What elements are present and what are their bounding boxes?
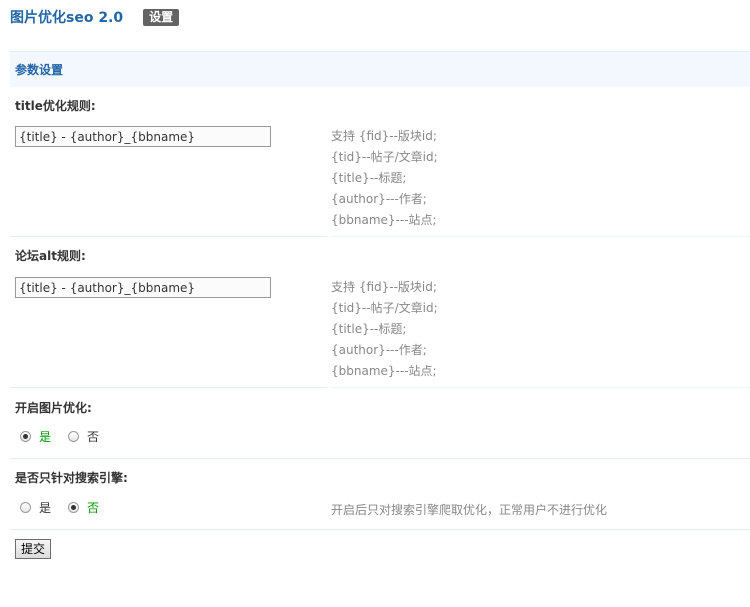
search-only-yes-label[interactable]: 是: [39, 499, 51, 516]
hint-line: {bbname}---站点;: [331, 213, 437, 227]
row-divider: [10, 458, 750, 459]
alt-rule-input[interactable]: [15, 277, 271, 298]
row-divider: [10, 236, 327, 237]
hint-line: 支持 {fid}--版块id;: [331, 129, 437, 143]
enable-optimize-label: 开启图片优化:: [15, 401, 92, 415]
hint-line: {tid}--帖子/文章id;: [331, 301, 438, 315]
enable-optimize-yes-radio[interactable]: [20, 431, 31, 442]
hint-line: {title}--标题;: [331, 322, 407, 336]
row-divider: [331, 387, 750, 388]
plugin-title: 图片优化seo 2.0: [10, 10, 124, 26]
search-only-yes-radio[interactable]: [20, 502, 31, 513]
row-divider: [10, 529, 750, 530]
search-only-no-radio[interactable]: [68, 502, 80, 513]
page-header: 图片优化seo 2.0 设置: [10, 6, 180, 28]
alt-rule-label: 论坛alt规则:: [15, 249, 86, 263]
search-only-label: 是否只针对搜索引擎:: [15, 471, 128, 485]
title-rule-hint: 支持 {fid}--版块id; {tid}--帖子/文章id; {title}-…: [331, 126, 438, 231]
hint-line: {bbname}---站点;: [331, 364, 437, 378]
hint-line: {title}--标题;: [331, 171, 407, 185]
alt-rule-hint: 支持 {fid}--版块id; {tid}--帖子/文章id; {title}-…: [331, 277, 438, 382]
search-only-radio-group: 是 否: [20, 499, 116, 516]
settings-badge[interactable]: 设置: [143, 8, 180, 26]
enable-optimize-no-label[interactable]: 否: [87, 428, 99, 445]
hint-line: {author}---作者;: [331, 343, 427, 357]
hint-line: {tid}--帖子/文章id;: [331, 150, 438, 164]
search-only-no-label[interactable]: 否: [87, 499, 99, 516]
enable-optimize-no-radio[interactable]: [68, 431, 80, 442]
row-divider: [331, 236, 750, 237]
title-rule-input[interactable]: [15, 126, 271, 147]
submit-button[interactable]: 提交: [15, 539, 51, 559]
section-header: 参数设置: [10, 51, 750, 87]
section-title: 参数设置: [15, 63, 64, 77]
title-rule-label: title优化规则:: [15, 99, 96, 113]
hint-line: 支持 {fid}--版块id;: [331, 280, 437, 294]
row-divider: [10, 387, 327, 388]
enable-optimize-yes-label[interactable]: 是: [39, 428, 51, 445]
hint-line: {author}---作者;: [331, 192, 427, 206]
search-only-hint: 开启后只对搜索引擎爬取优化，正常用户不进行优化: [331, 503, 608, 517]
enable-optimize-radio-group: 是 否: [20, 428, 116, 445]
